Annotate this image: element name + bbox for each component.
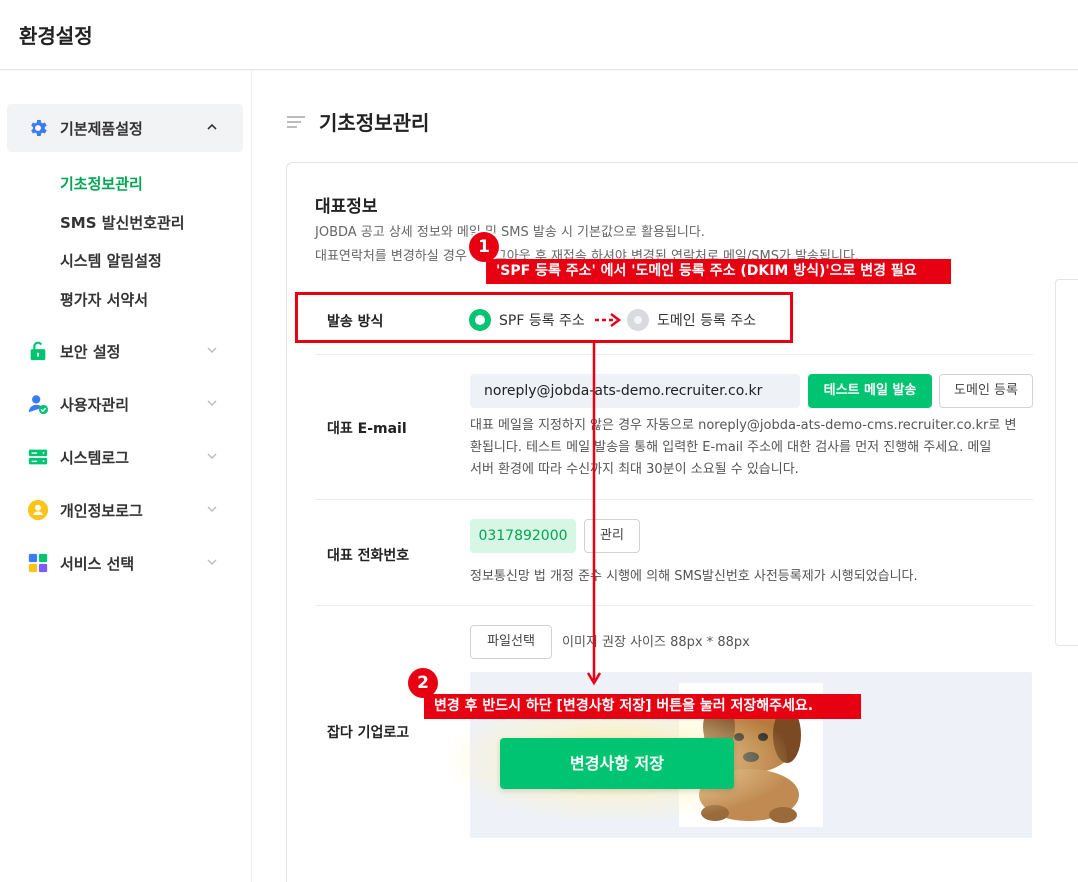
user-check-icon xyxy=(27,393,49,415)
email-field[interactable]: noreply@jobda-ats-demo.recruiter.co.kr xyxy=(470,374,800,408)
chevron-down-icon xyxy=(207,506,217,512)
user-circle-icon xyxy=(27,499,49,521)
logo-label: 잡다 기업로고 xyxy=(327,725,410,741)
annotation-banner-2: 변경 후 반드시 하단 [변경사항 저장] 버튼을 눌러 저장해주세요. xyxy=(424,694,861,719)
sidebar-group-user-management[interactable]: 사용자관리 xyxy=(7,380,243,428)
file-select-button[interactable]: 파일선택 xyxy=(470,625,552,659)
sidebar-item-evaluator-pledge[interactable]: 평가자 서약서 xyxy=(60,289,148,310)
email-label: 대표 E-mail xyxy=(327,421,407,437)
side-preview-panel xyxy=(1055,279,1078,646)
chevron-up-icon xyxy=(207,123,217,130)
test-mail-button[interactable]: 테스트 메일 발송 xyxy=(808,374,932,408)
sidebar-group-label: 개인정보로그 xyxy=(60,501,143,520)
page-title: 기초정보관리 xyxy=(319,111,430,135)
sidebar-group-label: 시스템로그 xyxy=(60,448,130,467)
sidebar-group-system-log[interactable]: 시스템로그 xyxy=(7,433,243,481)
sidebar-item-sms-sender[interactable]: SMS 발신번호관리 xyxy=(60,212,185,233)
domain-register-button[interactable]: 도메인 등록 xyxy=(939,374,1033,408)
sidebar-group-label: 보안 설정 xyxy=(60,342,121,361)
card-description: JOBDA 공고 상세 정보와 메일 및 SMS 발송 시 기본값으로 활용됩니… xyxy=(315,225,705,240)
list-lines-icon xyxy=(287,115,305,128)
sidebar-item-system-alert[interactable]: 시스템 알림설정 xyxy=(60,250,162,271)
divider xyxy=(315,354,1033,355)
divider xyxy=(315,605,1033,606)
server-icon xyxy=(27,446,49,468)
sidebar-group-service-select[interactable]: 서비스 선택 xyxy=(7,539,243,587)
sidebar-group-privacy-log[interactable]: 개인정보로그 xyxy=(7,486,243,534)
sidebar-group-label: 서비스 선택 xyxy=(60,554,135,573)
sidebar-group-label: 사용자관리 xyxy=(60,395,130,414)
divider xyxy=(315,499,1033,500)
card-title: 대표정보 xyxy=(315,197,378,217)
chevron-down-icon xyxy=(207,453,217,459)
chevron-down-icon xyxy=(207,347,217,353)
annotation-badge-1: 1 xyxy=(469,232,499,262)
email-help-text: 대표 메일을 지정하지 않은 경우 자동으로 noreply@jobda-ats… xyxy=(470,418,1017,433)
phone-label: 대표 전화번호 xyxy=(327,548,410,564)
phone-value: 0317892000 xyxy=(470,519,576,553)
app-title: 환경설정 xyxy=(19,24,93,48)
lock-icon xyxy=(27,340,49,362)
chevron-down-icon xyxy=(207,400,217,406)
chevron-down-icon xyxy=(207,559,217,565)
top-bar: 환경설정 xyxy=(0,0,1078,70)
page-header: 기초정보관리 xyxy=(287,107,429,136)
annotation-arrows xyxy=(586,313,622,686)
save-changes-button[interactable]: 변경사항 저장 xyxy=(500,738,734,789)
annotation-highlight-box xyxy=(295,292,793,343)
sidebar-group-label: 기본제품설정 xyxy=(60,119,143,138)
sidebar-group-security[interactable]: 보안 설정 xyxy=(7,327,243,375)
sidebar-group-basic-settings[interactable]: 기본제품설정 xyxy=(7,104,243,152)
gear-icon xyxy=(27,117,49,139)
phone-help-text: 정보통신망 법 개정 준수 시행에 의해 SMS발신번호 사전등록제가 시행되었… xyxy=(470,569,918,584)
email-help-text-2: 환됩니다. 테스트 메일 발송을 통해 입력한 E-mail 주소에 대한 검사… xyxy=(470,440,992,455)
apps-grid-icon xyxy=(27,552,49,574)
annotation-banner-1: 'SPF 등록 주소' 에서 '도메인 등록 주소 (DKIM 방식)'으로 변… xyxy=(486,259,951,284)
sidebar-item-basic-info[interactable]: 기초정보관리 xyxy=(60,173,143,194)
sidebar: 기본제품설정 기초정보관리 SMS 발신번호관리 시스템 알림설정 평가자 서약… xyxy=(0,71,252,882)
